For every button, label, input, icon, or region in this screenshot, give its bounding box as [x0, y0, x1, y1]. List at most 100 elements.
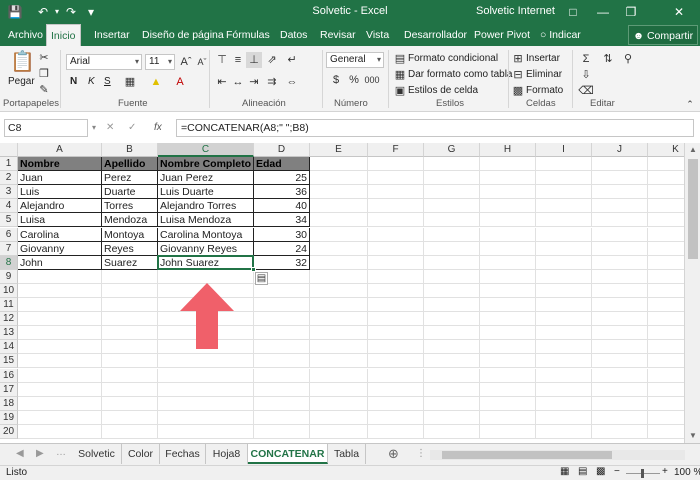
- cell-e6[interactable]: [310, 227, 368, 242]
- horizontal-scrollbar[interactable]: [430, 450, 685, 460]
- cell-i1[interactable]: [536, 157, 592, 171]
- cell-d16[interactable]: [254, 368, 310, 383]
- cell-i9[interactable]: [536, 269, 592, 284]
- column-header-c[interactable]: C: [158, 143, 254, 157]
- cell-a12[interactable]: [18, 312, 102, 327]
- tab-archivo[interactable]: Archivo: [4, 24, 47, 46]
- bold-button[interactable]: N: [70, 76, 77, 87]
- cell-g15[interactable]: [424, 354, 480, 369]
- cell-k8[interactable]: [648, 256, 684, 270]
- align-right-icon[interactable]: ⇥: [246, 74, 262, 90]
- split-icon[interactable]: ⋮: [416, 448, 426, 459]
- align-bottom-icon[interactable]: ⊥: [246, 52, 262, 68]
- row-header-2[interactable]: 2: [0, 171, 18, 186]
- cell-h1[interactable]: [480, 157, 536, 171]
- cell-a7[interactable]: Giovanny: [18, 241, 102, 256]
- cell-f14[interactable]: [368, 340, 424, 355]
- cell-a2[interactable]: Juan: [18, 171, 102, 186]
- cell-a5[interactable]: Luisa: [18, 213, 102, 228]
- cell-i4[interactable]: [536, 199, 592, 214]
- cell-h16[interactable]: [480, 368, 536, 383]
- number-format-combo[interactable]: General ▾: [326, 52, 384, 68]
- row-header-18[interactable]: 18: [0, 396, 18, 411]
- tab-power-pivot[interactable]: Power Pivot: [470, 24, 534, 46]
- cell-g2[interactable]: [424, 171, 480, 186]
- cell-h11[interactable]: [480, 298, 536, 312]
- cell-f2[interactable]: [368, 171, 424, 186]
- collapse-ribbon-icon[interactable]: ⌃: [682, 96, 698, 112]
- cell-i15[interactable]: [536, 354, 592, 369]
- cell-j15[interactable]: [592, 354, 648, 369]
- currency-icon[interactable]: $: [328, 72, 344, 88]
- cell-f1[interactable]: [368, 157, 424, 171]
- cell-g12[interactable]: [424, 312, 480, 327]
- percent-icon[interactable]: %: [346, 72, 362, 88]
- select-all-corner[interactable]: [0, 143, 18, 157]
- cell-c7[interactable]: Giovanny Reyes: [158, 241, 254, 256]
- column-header-g[interactable]: G: [424, 143, 480, 157]
- cell-d20[interactable]: [254, 424, 310, 439]
- paste-icon[interactable]: 📋: [10, 50, 35, 74]
- cell-i10[interactable]: [536, 283, 592, 298]
- cell-c18[interactable]: [158, 396, 254, 411]
- cell-d11[interactable]: [254, 298, 310, 312]
- row-header-11[interactable]: 11: [0, 298, 18, 312]
- cell-k19[interactable]: [648, 411, 684, 425]
- column-header-e[interactable]: E: [310, 143, 368, 157]
- cell-i14[interactable]: [536, 340, 592, 355]
- cell-e10[interactable]: [310, 283, 368, 298]
- sort-filter-icon[interactable]: ⇅: [600, 51, 616, 67]
- tab-datos[interactable]: Datos: [276, 24, 311, 46]
- cell-k13[interactable]: [648, 326, 684, 341]
- cell-i18[interactable]: [536, 396, 592, 411]
- cell-i12[interactable]: [536, 312, 592, 327]
- cell-b9[interactable]: [102, 269, 158, 284]
- cell-a16[interactable]: [18, 368, 102, 383]
- row-header-14[interactable]: 14: [0, 340, 18, 355]
- cell-a3[interactable]: Luis: [18, 185, 102, 200]
- cell-d14[interactable]: [254, 340, 310, 355]
- column-header-b[interactable]: B: [102, 143, 158, 157]
- customize-quick-access-icon[interactable]: ▾: [82, 3, 100, 21]
- row-header-6[interactable]: 6: [0, 227, 18, 242]
- account-name[interactable]: Solvetic Internet: [476, 5, 555, 17]
- tab-inicio[interactable]: Inicio: [46, 24, 81, 46]
- cell-g14[interactable]: [424, 340, 480, 355]
- enter-icon[interactable]: ✓: [128, 122, 136, 133]
- cell-j18[interactable]: [592, 396, 648, 411]
- cell-d17[interactable]: [254, 382, 310, 397]
- cell-k10[interactable]: [648, 284, 684, 298]
- cell-c5[interactable]: Luisa Mendoza: [158, 213, 254, 228]
- name-box[interactable]: C8: [4, 119, 88, 137]
- cell-styles-button[interactable]: Estilos de celda: [408, 85, 478, 96]
- orientation-icon[interactable]: ⇗: [264, 52, 280, 68]
- cell-i13[interactable]: [536, 326, 592, 341]
- next-sheet-icon[interactable]: ▶: [36, 448, 44, 459]
- cell-j10[interactable]: [592, 283, 648, 298]
- cell-f10[interactable]: [368, 283, 424, 298]
- font-name-combo[interactable]: Arial ▾: [66, 54, 142, 70]
- cell-k5[interactable]: [648, 213, 684, 228]
- cell-c17[interactable]: [158, 382, 254, 397]
- cell-a15[interactable]: [18, 354, 102, 369]
- sheet-tab-tabla[interactable]: Tabla: [328, 444, 366, 464]
- underline-button[interactable]: S: [104, 76, 111, 87]
- cut-icon[interactable]: ✂: [36, 50, 52, 66]
- worksheet-grid[interactable]: A B C D E F G H I J K 1 Nombre Apellido Nombre Complet…: [0, 143, 684, 443]
- cell-i8[interactable]: [536, 255, 592, 270]
- cell-g7[interactable]: [424, 241, 480, 256]
- cell-f6[interactable]: [368, 227, 424, 242]
- cell-a20[interactable]: [18, 424, 102, 439]
- tab-formulas[interactable]: Fórmulas: [222, 24, 274, 46]
- page-break-icon[interactable]: ▩: [596, 466, 605, 477]
- cell-e13[interactable]: [310, 326, 368, 341]
- cell-a4[interactable]: Alejandro: [18, 199, 102, 214]
- page-layout-icon[interactable]: ▤: [578, 466, 587, 477]
- align-center-icon[interactable]: ↔: [230, 74, 246, 90]
- cell-j13[interactable]: [592, 326, 648, 341]
- row-header-3[interactable]: 3: [0, 185, 18, 200]
- cell-a10[interactable]: [18, 283, 102, 298]
- cell-i20[interactable]: [536, 424, 592, 439]
- indent-icon[interactable]: ⇉: [264, 74, 280, 90]
- cell-j7[interactable]: [592, 241, 648, 256]
